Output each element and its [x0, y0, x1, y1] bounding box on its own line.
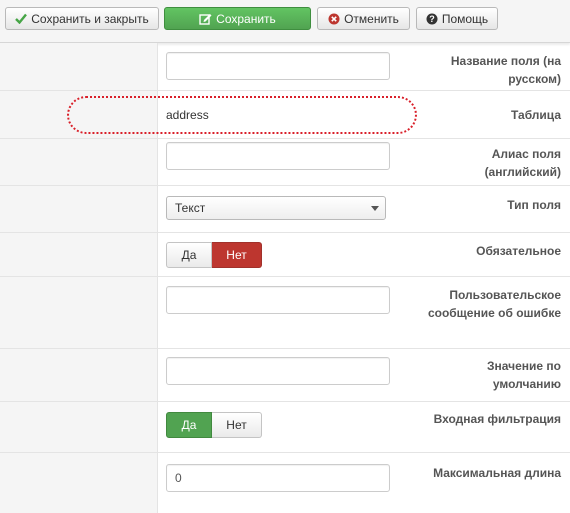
input-filter-yes-button[interactable]: Да — [166, 412, 212, 438]
form-row-alias: Алиас поля (английский) — [0, 139, 570, 186]
save-button[interactable]: Сохранить — [164, 7, 311, 30]
cancel-label: Отменить — [344, 11, 399, 26]
field-label: Тип поля — [507, 198, 561, 212]
required-toggle: Да Нет — [166, 242, 262, 268]
close-circle-icon — [328, 13, 340, 25]
field-type-select[interactable]: Текст — [166, 196, 386, 220]
form-row-default-value: Значение по умолчанию — [0, 349, 570, 402]
form-row-name-ru: Название поля (на русском) — [0, 43, 570, 91]
error-message-input[interactable] — [166, 286, 390, 314]
toolbar: Сохранить и закрыть Сохранить Отменить ?… — [0, 0, 570, 43]
help-button[interactable]: ? Помощь — [416, 7, 498, 30]
checkmark-icon — [15, 13, 28, 24]
field-label: Максимальная длина — [433, 466, 561, 480]
field-label: Обязательное — [476, 244, 561, 258]
alias-input[interactable] — [166, 142, 390, 170]
required-yes-button[interactable]: Да — [166, 242, 212, 268]
save-and-close-button[interactable]: Сохранить и закрыть — [5, 7, 159, 30]
field-type-selected: Текст — [175, 201, 206, 215]
table-value: address — [166, 108, 209, 122]
field-label: Значение по умолчанию — [487, 359, 561, 391]
edit-icon — [199, 13, 212, 25]
input-filter-toggle: Да Нет — [166, 412, 262, 438]
max-length-input[interactable] — [166, 464, 390, 492]
form-row-error-message: Пользовательское сообщение об ошибке — [0, 277, 570, 349]
chevron-down-icon — [371, 206, 379, 211]
save-and-close-label: Сохранить и закрыть — [31, 11, 149, 26]
input-filter-no-button[interactable]: Нет — [212, 412, 262, 438]
name-ru-input[interactable] — [166, 52, 390, 80]
svg-text:?: ? — [429, 14, 435, 24]
field-label: Название поля (на русском) — [450, 54, 561, 86]
cancel-button[interactable]: Отменить — [317, 7, 410, 30]
field-label: Алиас поля (английский) — [484, 147, 561, 179]
field-label: Пользовательское сообщение об ошибке — [427, 288, 561, 320]
form-row-required: Обязательное Да Нет — [0, 233, 570, 277]
form-row-table: Таблица address — [0, 91, 570, 139]
required-no-button[interactable]: Нет — [212, 242, 262, 268]
question-circle-icon: ? — [426, 13, 438, 25]
field-label: Таблица — [510, 108, 561, 122]
help-label: Помощь — [441, 11, 489, 26]
field-label: Входная фильтрация — [433, 412, 561, 426]
save-label: Сохранить — [216, 11, 276, 26]
default-value-input[interactable] — [166, 357, 390, 385]
form-row-type: Тип поля Текст — [0, 186, 570, 233]
form-row-input-filter: Входная фильтрация Да Нет — [0, 402, 570, 453]
form-row-max-length: Максимальная длина — [0, 453, 570, 513]
